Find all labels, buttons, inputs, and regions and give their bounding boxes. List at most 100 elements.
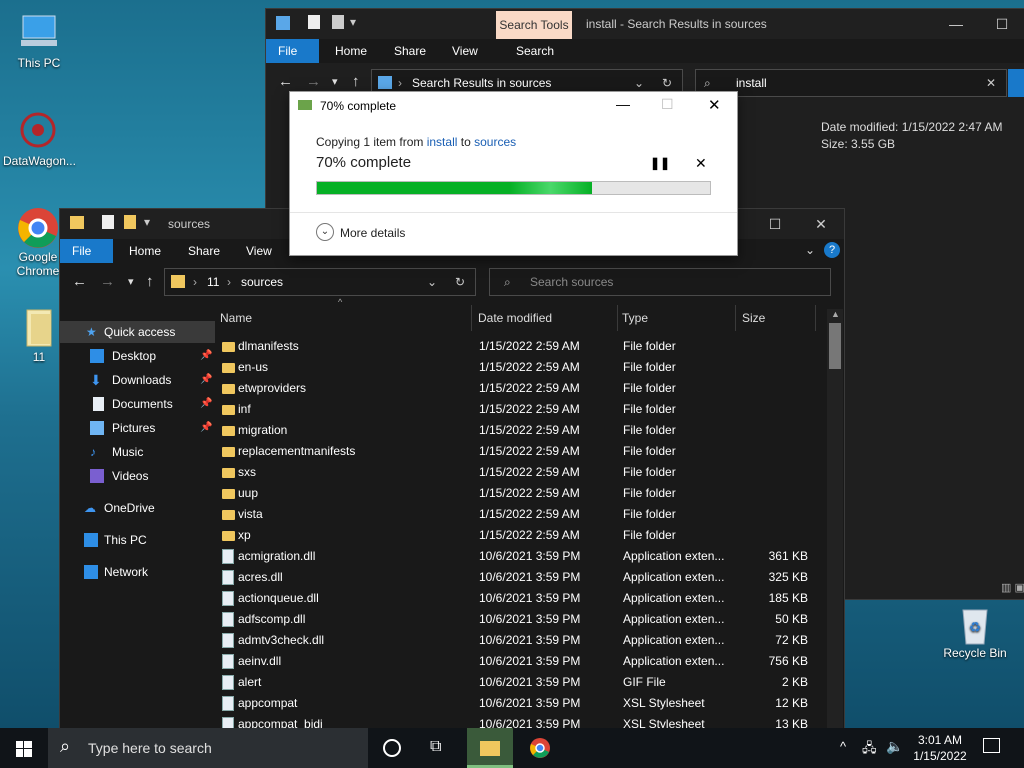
ribbon-expand-icon[interactable]: ⌄ xyxy=(805,243,815,257)
new-folder-icon[interactable] xyxy=(124,215,136,229)
properties-icon[interactable] xyxy=(102,215,114,229)
sidebar-item-videos[interactable]: Videos xyxy=(60,465,215,487)
tab-search[interactable]: Search xyxy=(504,39,566,63)
new-folder-icon[interactable] xyxy=(332,15,344,29)
sidebar-item-desktop[interactable]: Desktop 📌 xyxy=(60,345,215,367)
expand-details-icon[interactable]: ⌄ xyxy=(316,223,334,241)
show-hidden-icons-icon[interactable]: ^ xyxy=(840,739,846,754)
copy-source-link[interactable]: install xyxy=(427,135,458,149)
breadcrumb-item-sources[interactable]: sources xyxy=(241,269,283,295)
tab-view[interactable]: View xyxy=(234,239,284,263)
maximize-button[interactable]: ☐ xyxy=(661,96,674,113)
table-row[interactable]: appcompat 10/6/2021 3:59 PM XSL Stylesheet… xyxy=(216,693,826,714)
table-row[interactable]: replacementmanifests 1/15/2022 2:59 AM Fil… xyxy=(216,441,826,462)
table-row[interactable]: actionqueue.dll 10/6/2021 3:59 PM Applicat… xyxy=(216,588,826,609)
table-row[interactable]: acres.dll 10/6/2021 3:59 PM Application ex… xyxy=(216,567,826,588)
desktop-icon-recycle-bin[interactable]: ♻ Recycle Bin xyxy=(940,602,1010,660)
column-header-size[interactable]: Size xyxy=(738,305,816,331)
back-button[interactable]: ← xyxy=(278,73,293,90)
clock[interactable]: 3:01 AM 1/15/2022 xyxy=(905,732,975,764)
more-details-link[interactable]: More details xyxy=(340,226,405,240)
up-button[interactable]: ↑ xyxy=(146,273,154,290)
maximize-button[interactable]: ☐ xyxy=(979,9,1024,39)
start-button[interactable] xyxy=(0,728,48,768)
back-button[interactable]: ← xyxy=(72,273,87,290)
column-header-name[interactable]: Name xyxy=(216,305,472,331)
search-box[interactable]: ⌕ Search sources xyxy=(489,268,831,296)
search-input[interactable]: Search sources xyxy=(530,269,613,295)
cortana-icon[interactable] xyxy=(383,739,401,757)
table-row[interactable]: alert 10/6/2021 3:59 PM GIF File 2 KB xyxy=(216,672,826,693)
minimize-button[interactable]: — xyxy=(933,9,979,39)
address-dropdown-icon[interactable]: ⌄ xyxy=(427,269,437,295)
table-row[interactable]: inf 1/15/2022 2:59 AM File folder xyxy=(216,399,826,420)
tab-share[interactable]: Share xyxy=(382,39,438,63)
tab-home[interactable]: Home xyxy=(117,239,173,263)
network-status-icon[interactable]: 🖧 xyxy=(862,739,877,761)
table-row[interactable]: aeinv.dll 10/6/2021 3:59 PM Application ex… xyxy=(216,651,826,672)
forward-button[interactable]: → xyxy=(100,273,115,290)
volume-muted-icon[interactable]: 🔈 xyxy=(886,738,903,755)
notifications-icon[interactable] xyxy=(983,738,1000,753)
sidebar-item-music[interactable]: ♪ Music xyxy=(60,441,215,463)
details-pane: Date modified: 1/15/2022 2:47 AM Size: 3… xyxy=(821,119,1002,153)
table-row[interactable]: etwproviders 1/15/2022 2:59 AM File folder xyxy=(216,378,826,399)
sidebar-item-pictures[interactable]: Pictures 📌 xyxy=(60,417,215,439)
scrollbar-thumb[interactable] xyxy=(829,323,841,369)
taskbar-file-explorer[interactable] xyxy=(467,728,513,768)
sidebar-item-onedrive[interactable]: ☁ OneDrive xyxy=(60,497,215,519)
tab-share[interactable]: Share xyxy=(176,239,232,263)
desktop-icon-datawagon[interactable]: DataWagon... xyxy=(3,110,76,168)
table-row[interactable]: xp 1/15/2022 2:59 AM File folder xyxy=(216,525,826,546)
help-icon[interactable]: ? xyxy=(824,242,840,258)
taskbar-chrome[interactable] xyxy=(517,728,563,768)
search-go-button[interactable] xyxy=(1008,69,1024,97)
sidebar-item-downloads[interactable]: ⬇ Downloads 📌 xyxy=(60,369,215,391)
table-row[interactable]: acmigration.dll 10/6/2021 3:59 PM Applicat… xyxy=(216,546,826,567)
tab-view[interactable]: View xyxy=(440,39,490,63)
table-row[interactable]: dlmanifests 1/15/2022 2:59 AM File folder xyxy=(216,336,826,357)
address-bar[interactable]: › 11 › sources ⌄ ↻ xyxy=(164,268,476,296)
minimize-button[interactable]: — xyxy=(616,96,630,112)
scroll-up-icon[interactable]: ▲ xyxy=(831,309,840,319)
table-row[interactable]: adfscomp.dll 10/6/2021 3:59 PM Application… xyxy=(216,609,826,630)
vertical-scrollbar[interactable]: ▲ xyxy=(827,309,843,729)
clear-search-icon[interactable]: ✕ xyxy=(986,70,996,96)
close-button[interactable]: ✕ xyxy=(708,96,721,114)
search-tools-context-tab[interactable]: Search Tools xyxy=(496,11,572,39)
recent-dropdown-icon[interactable]: ▾ xyxy=(128,275,134,288)
quick-access-dropdown-icon[interactable]: ▾ xyxy=(350,15,356,29)
breadcrumb-item-11[interactable]: 11 xyxy=(207,269,219,295)
pause-button[interactable]: ❚❚ xyxy=(650,156,670,170)
sidebar-item-this-pc[interactable]: This PC xyxy=(60,529,215,551)
cancel-button[interactable]: ✕ xyxy=(695,155,707,172)
taskbar-search-box[interactable]: ⌕ Type here to search xyxy=(48,728,368,768)
close-button[interactable]: ✕ xyxy=(798,209,844,239)
table-row[interactable]: sxs 1/15/2022 2:59 AM File folder xyxy=(216,462,826,483)
task-view-icon[interactable]: ⧉ xyxy=(430,738,441,756)
up-button[interactable]: ↑ xyxy=(352,73,360,90)
sidebar-item-network[interactable]: Network xyxy=(60,561,215,583)
properties-icon[interactable] xyxy=(308,15,320,29)
recent-dropdown-icon[interactable]: ▾ xyxy=(332,75,338,88)
refresh-icon[interactable]: ↻ xyxy=(455,269,465,295)
desktop-icon-this-pc[interactable]: This PC xyxy=(4,12,74,70)
table-row[interactable]: en-us 1/15/2022 2:59 AM File folder xyxy=(216,357,826,378)
sidebar-item-documents[interactable]: Documents 📌 xyxy=(60,393,215,415)
table-row[interactable]: migration 1/15/2022 2:59 AM File folder xyxy=(216,420,826,441)
quick-access-dropdown-icon[interactable]: ▾ xyxy=(144,215,150,229)
column-header-type[interactable]: Type xyxy=(618,305,736,331)
tab-home[interactable]: Home xyxy=(323,39,379,63)
forward-button[interactable]: → xyxy=(306,73,321,90)
sidebar-item-quick-access[interactable]: ★ Quick access xyxy=(60,321,215,343)
table-row[interactable]: vista 1/15/2022 2:59 AM File folder xyxy=(216,504,826,525)
tab-file[interactable]: File xyxy=(60,239,113,263)
tab-file[interactable]: File xyxy=(266,39,319,63)
maximize-button[interactable]: ☐ xyxy=(752,209,798,239)
search-box[interactable]: ⌕ install ✕ xyxy=(695,69,1007,97)
table-row[interactable]: admtv3check.dll 10/6/2021 3:59 PM Applicat… xyxy=(216,630,826,651)
detail-date-modified: Date modified: 1/15/2022 2:47 AM xyxy=(821,120,1003,134)
table-row[interactable]: uup 1/15/2022 2:59 AM File folder xyxy=(216,483,826,504)
column-header-date-modified[interactable]: Date modified xyxy=(474,305,618,331)
copy-destination-link[interactable]: sources xyxy=(474,135,516,149)
